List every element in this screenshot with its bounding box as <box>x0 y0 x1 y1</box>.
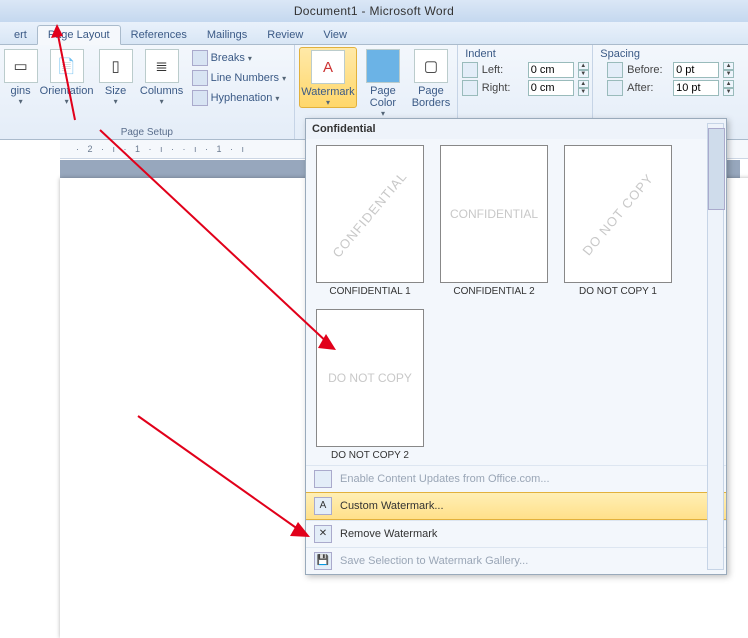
office-icon <box>314 470 332 488</box>
spacing-before-icon <box>607 62 623 78</box>
remove-watermark-icon: ✕ <box>314 525 332 543</box>
columns-button[interactable]: ≣ Columns▾ <box>140 47 184 106</box>
breaks-button[interactable]: Breaks ▾ <box>190 49 289 67</box>
indent-left-icon <box>462 62 478 78</box>
watermark-caption: DO NOT COPY 1 <box>579 286 657 297</box>
breaks-icon <box>192 50 208 66</box>
ribbon-tabs: ert Page Layout References Mailings Revi… <box>0 22 748 45</box>
watermark-caption: DO NOT COPY 2 <box>331 450 409 461</box>
watermark-text: CONFIDENTIAL <box>330 168 410 260</box>
watermark-thumb-0[interactable]: CONFIDENTIAL CONFIDENTIAL 1 <box>314 145 426 297</box>
indent-right-row: Right: ▲▼ <box>462 79 589 97</box>
page-borders-icon: ▢ <box>414 49 448 83</box>
watermark-preview: CONFIDENTIAL <box>316 145 424 283</box>
watermark-button[interactable]: A Watermark▾ <box>299 47 357 108</box>
menu-save-selection[interactable]: 💾Save Selection to Watermark Gallery... <box>306 547 726 574</box>
indent-left-spinner[interactable]: ▲▼ <box>578 62 589 78</box>
spin-down-icon[interactable]: ▼ <box>723 70 734 78</box>
indent-left-input[interactable] <box>528 62 574 78</box>
tab-view[interactable]: View <box>313 26 357 44</box>
watermark-text: CONFIDENTIAL <box>450 207 538 221</box>
spin-up-icon[interactable]: ▲ <box>578 62 589 70</box>
tab-page-layout[interactable]: Page Layout <box>37 25 121 45</box>
margins-icon: ▭ <box>4 49 38 83</box>
spacing-after-row: After: ▲▼ <box>607 79 734 97</box>
spacing-heading: Spacing <box>597 47 643 61</box>
watermark-preview: DO NOT COPY <box>564 145 672 283</box>
dropdown-icon: ▾ <box>248 54 252 63</box>
menu-enable-updates[interactable]: Enable Content Updates from Office.com..… <box>306 465 726 492</box>
watermark-text: DO NOT COPY <box>328 371 412 385</box>
tab-insert-clip[interactable]: ert <box>4 26 37 44</box>
dropdown-icon: ▾ <box>160 97 164 106</box>
watermark-caption: CONFIDENTIAL 2 <box>453 286 534 297</box>
custom-watermark-icon: A <box>314 497 332 515</box>
window-title: Document1 - Microsoft Word <box>0 0 748 22</box>
hyphenation-button[interactable]: Hyphenation ▾ <box>190 89 289 107</box>
dropdown-icon: ▾ <box>114 97 118 106</box>
dropdown-icon: ▾ <box>275 94 279 103</box>
dropdown-icon: ▾ <box>326 98 330 107</box>
indent-left-row: Left: ▲▼ <box>462 61 589 79</box>
save-icon: 💾 <box>314 552 332 570</box>
spacing-after-icon <box>607 80 623 96</box>
spin-down-icon[interactable]: ▼ <box>578 88 589 96</box>
spacing-before-row: Before: ▲▼ <box>607 61 734 79</box>
indent-right-input[interactable] <box>528 80 574 96</box>
tab-mailings[interactable]: Mailings <box>197 26 257 44</box>
dropdown-icon: ▾ <box>65 97 69 106</box>
tab-review[interactable]: Review <box>257 26 313 44</box>
orientation-icon: 📄 <box>50 49 84 83</box>
watermark-thumb-3[interactable]: DO NOT COPY DO NOT COPY 2 <box>314 309 426 461</box>
columns-icon: ≣ <box>145 49 179 83</box>
watermark-icon: A <box>311 50 345 84</box>
watermark-thumb-2[interactable]: DO NOT COPY DO NOT COPY 1 <box>562 145 674 297</box>
hyphenation-icon <box>192 90 208 106</box>
spin-up-icon[interactable]: ▲ <box>723 62 734 70</box>
dropdown-icon: ▾ <box>19 97 23 106</box>
dropdown-icon: ▾ <box>282 74 286 83</box>
gallery-scrollbar[interactable] <box>707 123 724 570</box>
spin-up-icon[interactable]: ▲ <box>578 80 589 88</box>
watermark-preview: CONFIDENTIAL <box>440 145 548 283</box>
page-color-button[interactable]: Page Color▾ <box>363 47 403 118</box>
spacing-before-spinner[interactable]: ▲▼ <box>723 62 734 78</box>
scrollbar-thumb[interactable] <box>708 128 725 210</box>
group-label-page-setup: Page Setup <box>121 126 173 139</box>
spin-up-icon[interactable]: ▲ <box>723 80 734 88</box>
indent-right-icon <box>462 80 478 96</box>
tab-references[interactable]: References <box>121 26 197 44</box>
line-numbers-icon <box>192 70 208 86</box>
watermark-preview: DO NOT COPY <box>316 309 424 447</box>
dropdown-icon: ▾ <box>381 109 385 118</box>
size-button[interactable]: ▯ Size▾ <box>98 47 134 106</box>
watermark-gallery: Confidential CONFIDENTIALCONFIDENTIAL 1C… <box>305 118 727 575</box>
menu-custom-watermark[interactable]: ACustom Watermark... <box>306 492 726 520</box>
orientation-button[interactable]: 📄 Orientation▾ <box>42 47 92 106</box>
indent-right-spinner[interactable]: ▲▼ <box>578 80 589 96</box>
spin-down-icon[interactable]: ▼ <box>723 88 734 96</box>
spacing-after-input[interactable] <box>673 80 719 96</box>
watermark-thumb-1[interactable]: CONFIDENTIAL CONFIDENTIAL 2 <box>438 145 550 297</box>
margins-button[interactable]: ▭ gins▾ <box>6 47 36 106</box>
page-color-icon <box>366 49 400 83</box>
page-borders-button[interactable]: ▢ Page Borders <box>409 47 453 109</box>
spacing-before-input[interactable] <box>673 62 719 78</box>
watermark-caption: CONFIDENTIAL 1 <box>329 286 410 297</box>
watermark-text: DO NOT COPY <box>580 170 657 258</box>
spin-down-icon[interactable]: ▼ <box>578 70 589 78</box>
gallery-heading: Confidential <box>306 119 726 139</box>
line-numbers-button[interactable]: Line Numbers ▾ <box>190 69 289 87</box>
menu-remove-watermark[interactable]: ✕Remove Watermark <box>306 520 726 547</box>
indent-heading: Indent <box>462 47 499 61</box>
spacing-after-spinner[interactable]: ▲▼ <box>723 80 734 96</box>
size-icon: ▯ <box>99 49 133 83</box>
